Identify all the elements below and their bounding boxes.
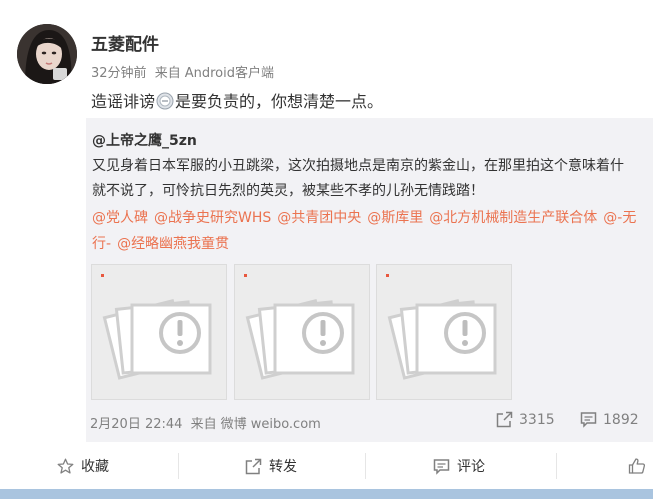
thumbs-up-icon [628,458,646,474]
mention-link[interactable]: @经略幽燕我童贯 [117,236,229,252]
avatar-image [17,24,77,84]
original-meta: 2月20日 22:44 来自 微博 weibo.com [90,413,325,432]
action-divider [178,453,179,479]
image-thumbnail[interactable] [376,264,512,400]
error-image-icon [387,298,497,380]
mention-link[interactable]: @共青团中央 [277,210,361,226]
comment-label: 评论 [457,459,485,475]
post-time[interactable]: 32分钟前 [91,66,147,81]
mention-link[interactable]: @-无 [603,210,636,226]
action-bar: 收藏 转发 评论 [0,443,653,489]
comment-count-value: 1892 [603,411,639,428]
comment-icon [433,458,450,475]
mention-link[interactable]: @北方机械制造生产联合体 [429,210,597,226]
original-source[interactable]: 微博 weibo.com [221,417,321,432]
comment-icon [580,412,597,428]
post-text-before: 造谣诽谤 [91,92,156,111]
repost-icon [245,458,262,474]
comment-button[interactable]: 评论 [433,443,485,489]
mention-link[interactable]: @党人碑 [92,210,148,226]
repost-block: @上帝之鹰_5zn 又见身着日本军服的小丑跳梁，这次拍摄地点是南京的紫金山，在那… [86,118,653,442]
star-icon [57,458,74,474]
image-thumbnail[interactable] [234,264,370,400]
repost-button[interactable]: 转发 [245,443,297,489]
error-image-icon [245,298,355,380]
original-text-line-2: 就不说了，可怜抗日先烈的英灵，被某些不孝的儿孙无情践踏！ [92,183,484,199]
favorite-button[interactable]: 收藏 [57,443,109,489]
post-meta: 32分钟前 来自 Android客户端 [91,62,278,81]
post-source-prefix: 来自 [154,66,181,81]
favorite-label: 收藏 [81,459,109,475]
error-image-icon [102,298,212,380]
bottom-strip [0,489,653,499]
image-thumbnail[interactable] [91,264,227,400]
emoticon-icon [156,92,174,110]
mention-list: @党人碑 @战争史研究WHS @共青团中央 @斯库里 @北方机械制造生产联合体 @-无行-… [92,205,653,257]
original-repost-count[interactable]: 3315 [496,411,555,428]
avatar[interactable] [17,24,77,84]
action-divider [365,453,366,479]
original-time[interactable]: 2月20日 22:44 [90,417,182,432]
post-author-name[interactable]: 五菱配件 [91,30,159,55]
original-source-prefix: 来自 [190,417,217,432]
original-text-line-1: 又见身着日本军服的小丑跳梁，这次拍摄地点是南京的紫金山，在那里拍这个意味着什 [92,158,624,174]
post-source[interactable]: Android客户端 [185,66,274,81]
repost-count-value: 3315 [519,411,555,428]
mention-link[interactable]: @斯库里 [367,210,423,226]
repost-label: 转发 [269,459,297,475]
repost-icon [496,411,513,428]
original-author-name[interactable]: @上帝之鹰_5zn [92,130,197,150]
mention-link[interactable]: @战争史研究WHS [154,210,271,226]
like-button[interactable] [628,443,653,489]
original-text: 又见身着日本军服的小丑跳梁，这次拍摄地点是南京的紫金山，在那里拍这个意味着什 就… [92,154,653,204]
original-comment-count[interactable]: 1892 [580,411,639,428]
action-divider [556,453,557,479]
post-text: 造谣诽谤 是要负责的，你想清楚一点。 [91,88,383,112]
mention-link[interactable]: 行- [92,236,111,252]
post-text-after: 是要负责的，你想清楚一点。 [175,92,384,111]
